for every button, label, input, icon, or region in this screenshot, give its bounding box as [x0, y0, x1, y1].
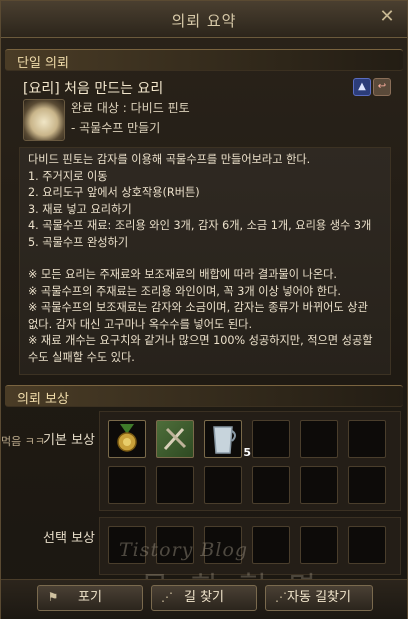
description-note: ※ 곡물수프의 주재료는 조리용 와인이며, 꼭 3개 이상 넣어야 한다. — [28, 284, 341, 298]
find-path-button[interactable]: ⋰ 길 찾기 — [151, 585, 257, 611]
auto-path-button[interactable]: ⋰ 자동 길찾기 — [265, 585, 373, 611]
reward-slot-empty — [108, 466, 146, 504]
footprint-icon: ⋰ — [275, 590, 287, 604]
medal-icon — [117, 424, 137, 452]
description-note: ※ 곡물수프의 보조재료는 감자와 소금이며, 감자는 종류가 바뀌어도 상관 — [28, 301, 368, 314]
quest-objective: - 곡물수프 만들기 — [71, 121, 161, 135]
reward-count: 5 — [243, 446, 251, 459]
description-line: 2. 요리도구 앞에서 상호작용(R버튼) — [28, 186, 200, 199]
reward-slot-empty — [300, 466, 338, 504]
reward-slot-empty — [204, 466, 242, 504]
description-note: ※ 재료 개수는 요구치와 같거나 많으면 100% 성공하지만, 적으면 성공… — [28, 334, 373, 347]
titlebar[interactable]: 의뢰 요약 ✕ — [1, 1, 407, 38]
measuring-cup-icon — [213, 426, 236, 454]
reward-slot-empty — [300, 420, 338, 458]
abandon-button[interactable]: ⚑ 포기 — [37, 585, 143, 611]
quest-summary-window: 의뢰 요약 ✕ 단일 의뢰 [요리] 처음 만드는 요리 ▲ ↩ 완료 대상 :… — [0, 0, 408, 619]
abandon-icon[interactable]: ↩ — [373, 78, 391, 96]
share-icon[interactable]: ▲ — [353, 78, 371, 96]
footer-bar: ⚑ 포기 ⋰ 길 찾기 ⋰ 자동 길찾기 — [1, 579, 407, 619]
window-title: 의뢰 요약 — [171, 12, 237, 30]
close-icon[interactable]: ✕ — [377, 7, 397, 27]
section-single-quest[interactable]: 단일 의뢰 — [5, 49, 403, 71]
choice-reward-label: 선택 보상 — [43, 531, 95, 546]
cooking-tools-icon — [163, 427, 187, 451]
reward-slot-empty — [156, 466, 194, 504]
quest-name: [요리] 처음 만드는 요리 — [23, 81, 164, 97]
basic-reward-label: 기본 보상 — [43, 433, 95, 448]
description-note: 수도 실패할 수도 있다. — [28, 350, 135, 364]
basic-reward-grid: 5 — [99, 411, 401, 511]
reward-slot-empty — [348, 420, 386, 458]
abandon-button-label: 포기 — [78, 590, 102, 605]
footprint-icon: ⋰ — [161, 590, 173, 604]
section-quest-reward[interactable]: 의뢰 보상 — [5, 385, 403, 407]
description-note: ※ 모든 요리는 주재료와 보조재료의 배합에 따라 결과물이 나온다. — [28, 268, 337, 281]
quest-description: 다비드 핀토는 감자를 이용해 곡물수프를 만들어보라고 한다. 1. 주거지로… — [19, 147, 391, 375]
description-line: 4. 곡물수프 재료: 조리용 와인 3개, 감자 6개, 소금 1개, 요리용… — [28, 219, 372, 232]
quest-header: [요리] 처음 만드는 요리 ▲ ↩ 완료 대상 : 다비드 핀토 - 곡물수프… — [19, 75, 391, 148]
description-note: 없다. 감자 대신 고구마나 옥수수를 넣어도 된다. — [28, 317, 253, 331]
description-line: 다비드 핀토는 감자를 이용해 곡물수프를 만들어보라고 한다. — [28, 153, 311, 166]
reward-slot-tools[interactable] — [156, 420, 194, 458]
choice-slot-empty — [252, 526, 290, 564]
soup-bowl-icon — [23, 99, 65, 141]
watermark-line-1: Tistory Blog — [119, 539, 249, 561]
quest-target: 완료 대상 : 다비드 핀토 — [71, 101, 190, 115]
description-line: 5. 곡물수프 완성하기 — [28, 235, 129, 249]
auto-path-button-label: 자동 길찾기 — [287, 590, 351, 605]
description-line: 1. 주거지로 이동 — [28, 169, 108, 183]
reward-slot-cup[interactable]: 5 — [204, 420, 251, 459]
section-quest-reward-label: 의뢰 보상 — [17, 392, 69, 407]
choice-slot-empty — [300, 526, 338, 564]
flag-icon: ⚑ — [47, 590, 59, 604]
reward-slot-empty — [252, 420, 290, 458]
section-single-quest-label: 단일 의뢰 — [17, 56, 69, 71]
choice-slot-empty — [348, 526, 386, 564]
description-line: 3. 재료 넣고 요리하기 — [28, 202, 132, 216]
reward-slot-medal[interactable] — [108, 420, 146, 458]
reward-slot-empty — [348, 466, 386, 504]
find-path-button-label: 길 찾기 — [183, 590, 224, 605]
reward-slot-empty — [252, 466, 290, 504]
